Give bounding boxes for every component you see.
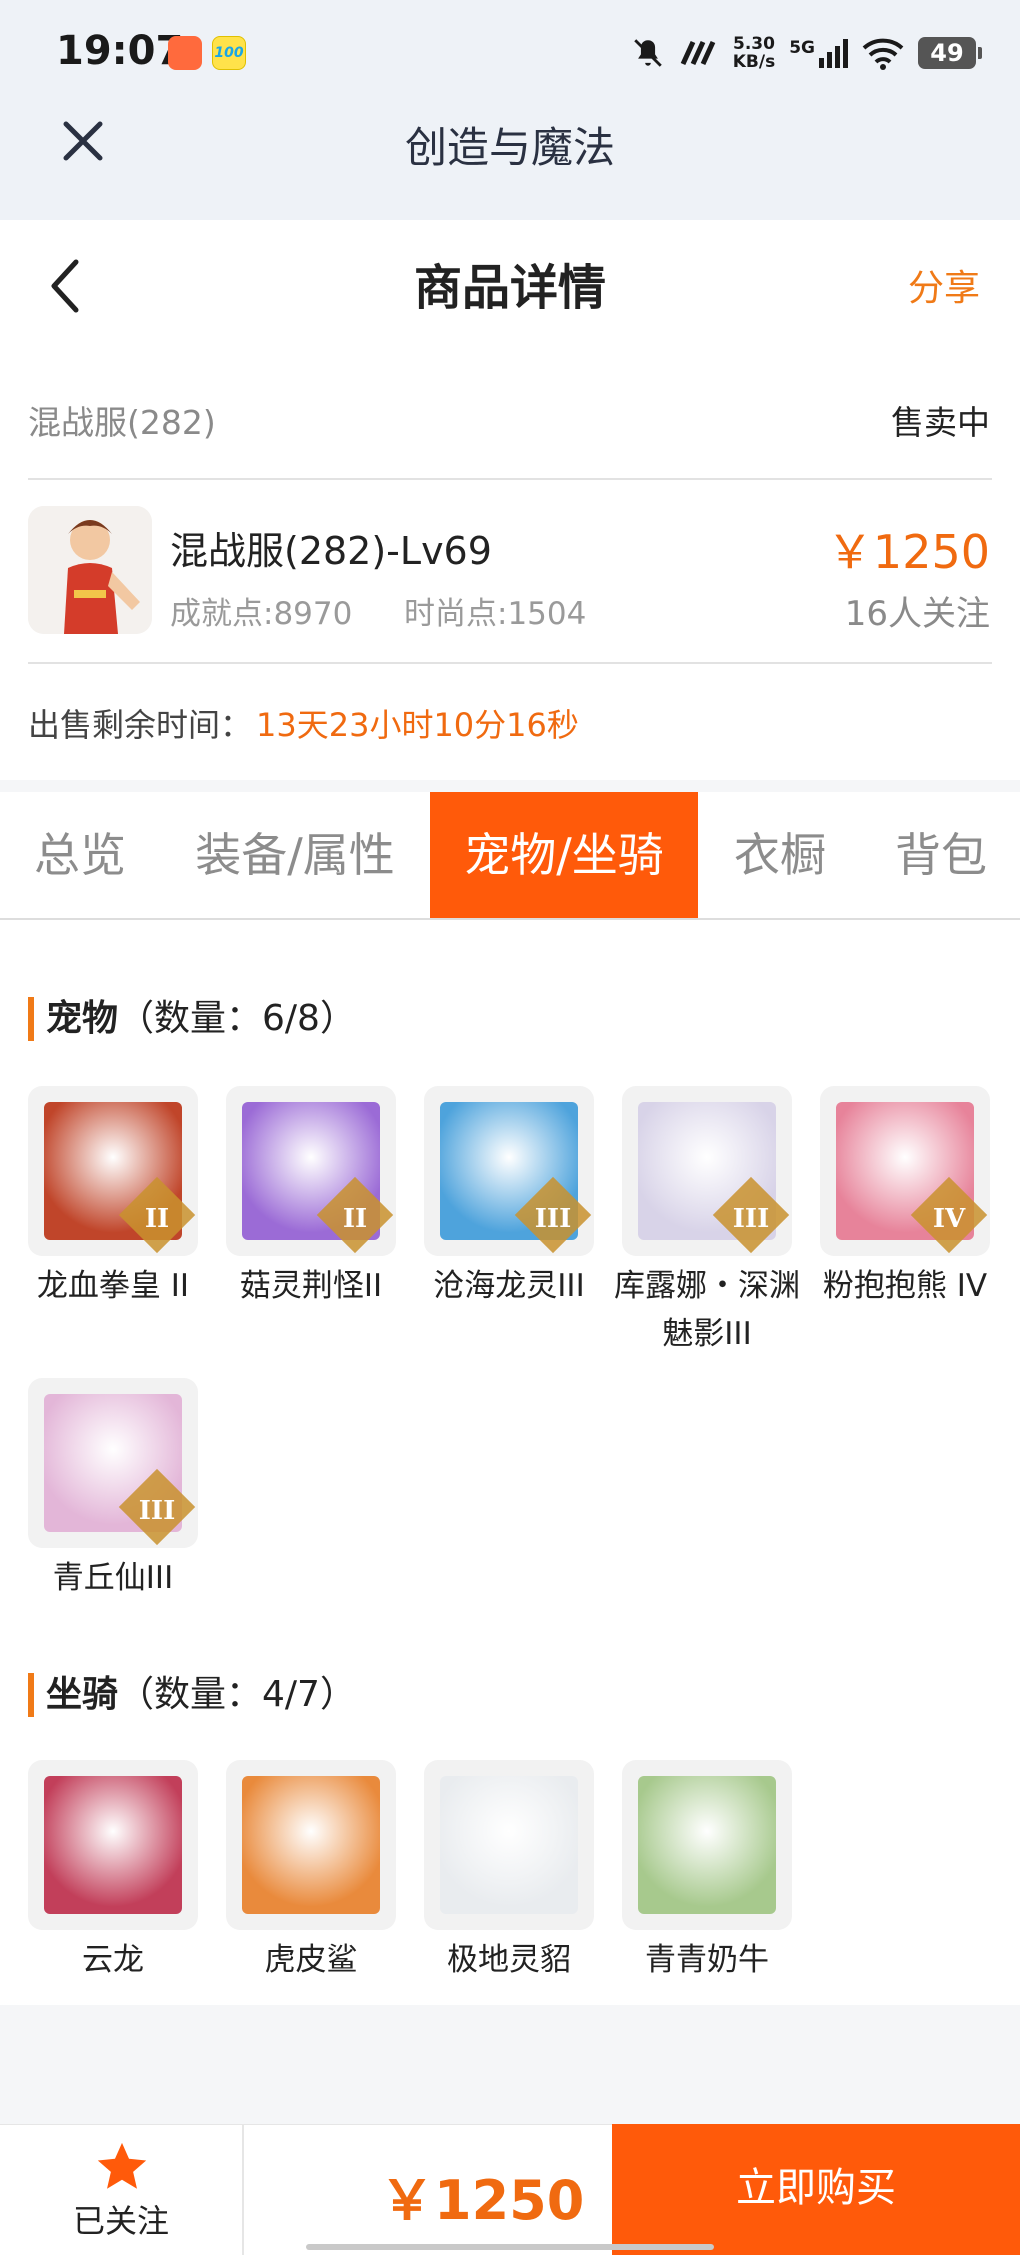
home-indicator [306, 2244, 714, 2250]
server-name: 混战服(282) [28, 403, 216, 442]
character-avatar [28, 506, 152, 634]
section-marker [28, 997, 34, 1041]
app-title: 创造与魔法 [404, 123, 615, 172]
status-time: 19:07 [56, 28, 184, 74]
star-icon[interactable] [92, 2138, 152, 2196]
pet-name: 菇灵荆怪II [239, 1268, 383, 1304]
pet-card[interactable]: II 龙血拳皇 II [28, 1086, 198, 1310]
nfc-icon [680, 40, 716, 66]
mount-card[interactable]: 极地灵貂 [424, 1760, 594, 1984]
mount-card[interactable]: 虎皮鲨 [226, 1760, 396, 1984]
pet-name: 粉抱抱熊 IV [822, 1268, 988, 1304]
achievement-points: 成就点:8970 [170, 596, 353, 632]
pet-image: III [622, 1086, 792, 1256]
followed-label[interactable]: 已关注 [56, 2196, 186, 2242]
share-button[interactable]: 分享 [908, 264, 980, 314]
follower-count: 16人关注 [844, 594, 990, 634]
pet-card[interactable]: III 库露娜・深渊魅影III [614, 1086, 800, 1358]
status-icons: 5.30 KB/s 5G 49 [631, 28, 982, 78]
divider [28, 478, 992, 480]
mount-name: 云龙 [82, 1942, 144, 1978]
mount-portrait [242, 1776, 380, 1914]
tab-backpack[interactable]: 背包 [862, 792, 1020, 918]
fashion-points: 时尚点:1504 [404, 596, 587, 632]
rank-badge-label: II [342, 1204, 368, 1234]
pet-name: 库露娜・深渊魅影III [614, 1268, 800, 1352]
section-marker [28, 1673, 34, 1717]
app-badge-icon: 100 [212, 36, 246, 70]
pet-name: 沧海龙灵III [433, 1268, 585, 1304]
network-type: 5G [789, 38, 815, 58]
rank-badge-label: IV [932, 1204, 966, 1234]
mount-portrait [638, 1776, 776, 1914]
mount-name: 虎皮鲨 [264, 1942, 358, 1978]
remaining-time-value: 13天23小时10分16秒 [256, 706, 579, 744]
signal-group: 5G [789, 38, 848, 68]
bottom-price: ￥1250 [380, 2169, 585, 2232]
mount-card[interactable]: 青青奶牛 [622, 1760, 792, 1984]
mounts-section-title: 坐骑（数量：4/7） [46, 1674, 356, 1715]
wifi-icon [862, 38, 904, 70]
mount-image [622, 1760, 792, 1930]
mount-image [424, 1760, 594, 1930]
pet-image: II [226, 1086, 396, 1256]
app-notification-icon [168, 36, 202, 70]
rank-badge-label: III [732, 1204, 770, 1234]
divider [28, 662, 992, 664]
page-title: 商品详情 [413, 260, 606, 316]
rank-badge-label: II [144, 1204, 170, 1234]
pets-section-title: 宠物（数量：6/8） [46, 998, 356, 1039]
network-speed: 5.30 KB/s [732, 34, 776, 72]
remaining-time-label: 出售剩余时间： [28, 706, 253, 744]
mount-portrait [44, 1776, 182, 1914]
pet-card[interactable]: III 沧海龙灵III [424, 1086, 594, 1310]
item-price: ￥1250 [826, 525, 990, 579]
pet-image: IV [820, 1086, 990, 1256]
tab-equipment[interactable]: 装备/属性 [160, 792, 430, 918]
tab-wardrobe[interactable]: 衣橱 [698, 792, 862, 918]
sale-status-label: 售卖中 [891, 403, 990, 442]
pet-card[interactable]: II 菇灵荆怪II [226, 1086, 396, 1310]
pet-name: 龙血拳皇 II [36, 1268, 190, 1304]
rank-badge-label: III [138, 1496, 176, 1526]
mute-bell-icon [633, 39, 662, 67]
buy-now-button[interactable]: 立即购买 [612, 2124, 1020, 2255]
tab-overview[interactable]: 总览 [0, 792, 160, 918]
mount-name: 极地灵貂 [447, 1942, 571, 1978]
mount-image [28, 1760, 198, 1930]
signal-icon [819, 39, 848, 68]
pet-image: II [28, 1086, 198, 1256]
pet-card[interactable]: III 青丘仙III [28, 1378, 198, 1602]
tab-pets-mounts[interactable]: 宠物/坐骑 [430, 792, 698, 918]
divider [242, 2124, 244, 2255]
rank-badge-label: III [534, 1204, 572, 1234]
item-name: 混战服(282)-Lv69 [170, 529, 492, 573]
pet-image: III [424, 1086, 594, 1256]
mount-image [226, 1760, 396, 1930]
pet-card[interactable]: IV 粉抱抱熊 IV [820, 1086, 990, 1310]
mount-name: 青青奶牛 [645, 1942, 769, 1978]
pet-name: 青丘仙III [52, 1560, 174, 1596]
mount-portrait [440, 1776, 578, 1914]
pet-image: III [28, 1378, 198, 1548]
battery-icon: 49 [918, 37, 982, 69]
mount-card[interactable]: 云龙 [28, 1760, 198, 1984]
